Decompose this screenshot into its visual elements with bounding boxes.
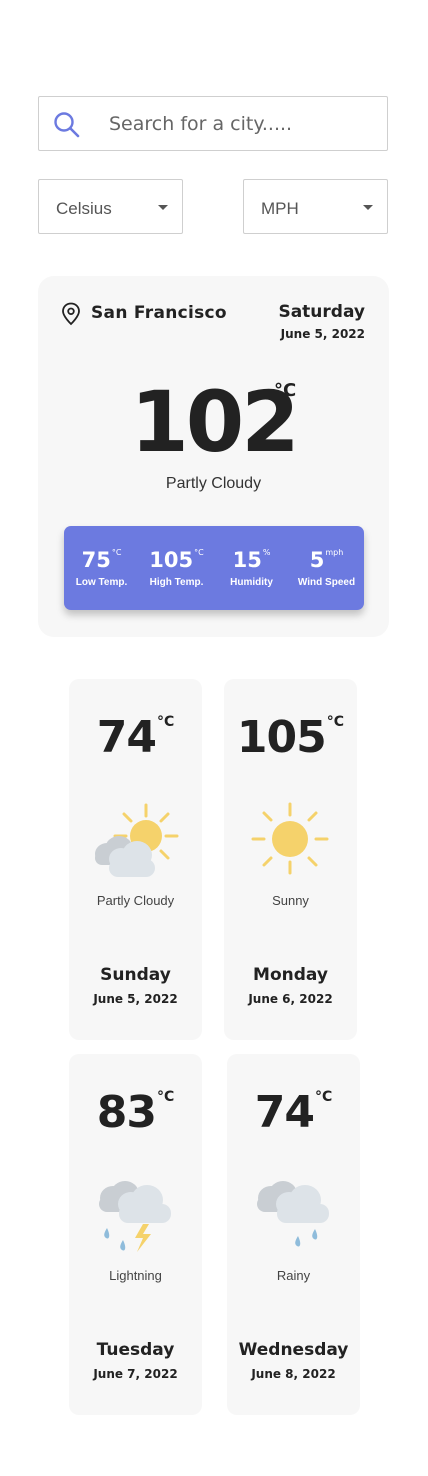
chevron-down-icon <box>363 205 373 210</box>
stat-value: 105 <box>149 548 194 572</box>
stat-unit: °C <box>194 548 204 557</box>
forecast-condition: Sunny <box>272 893 309 908</box>
stats-panel: 75°C Low Temp. 105°C High Temp. 15% Humi… <box>64 526 364 610</box>
forecast-date: June 8, 2022 <box>251 1367 336 1381</box>
forecast-temperature-unit: °C <box>156 714 175 730</box>
speed-unit-value: MPH <box>261 199 299 218</box>
stat-low-temp: 75°C Low Temp. <box>64 526 139 610</box>
forecast-day: Tuesday <box>96 1340 175 1360</box>
stat-humidity: 15% Humidity <box>214 526 289 610</box>
stat-high-temp: 105°C High Temp. <box>139 526 214 610</box>
current-temperature-unit: °C <box>274 380 297 401</box>
stat-wind-speed: 5mph Wind Speed <box>289 526 364 610</box>
forecast-temperature-unit: °C <box>156 1089 175 1105</box>
forecast-condition: Rainy <box>276 1268 311 1283</box>
search-box[interactable] <box>38 96 388 151</box>
temperature-unit-select[interactable]: Celsius <box>38 179 183 234</box>
forecast-condition: Lightning <box>109 1268 162 1283</box>
current-date: June 5, 2022 <box>280 327 365 341</box>
search-input[interactable] <box>109 109 379 139</box>
forecast-temperature-unit: °C <box>326 714 345 730</box>
forecast-date: June 7, 2022 <box>93 1367 178 1381</box>
sun-icon <box>251 802 329 875</box>
forecast-card-sunday[interactable]: 74°C Partly Cloudy Sunday June 5, 2022 <box>69 679 202 1040</box>
forecast-card-wednesday[interactable]: 74°C Rainy Wednesday June 8, 2022 <box>227 1054 360 1415</box>
forecast-day: Monday <box>253 965 328 985</box>
forecast-card-monday[interactable]: 105°C Sunny Monday June 6, 2022 <box>224 679 357 1040</box>
current-condition: Partly Cloudy <box>165 475 262 492</box>
stat-label: Humidity <box>230 577 273 588</box>
city-name: San Francisco <box>91 303 227 323</box>
stat-value: 75 <box>81 548 111 572</box>
search-icon <box>54 112 80 138</box>
current-day: Saturday <box>278 302 365 322</box>
forecast-day: Sunday <box>100 965 171 985</box>
current-temperature: 102 <box>130 373 299 471</box>
speed-unit-select[interactable]: MPH <box>243 179 388 234</box>
chevron-down-icon <box>158 205 168 210</box>
current-weather-card: San Francisco Saturday June 5, 2022 102 … <box>38 276 389 637</box>
stat-label: Wind Speed <box>297 577 356 588</box>
forecast-temperature: 83 <box>96 1087 157 1138</box>
stat-label: Low Temp. <box>75 577 128 588</box>
temperature-unit-value: Celsius <box>56 199 112 218</box>
partly-cloudy-icon <box>95 803 179 877</box>
stat-unit: % <box>262 548 271 557</box>
location-pin-icon <box>62 302 80 326</box>
forecast-date: June 6, 2022 <box>248 992 333 1006</box>
forecast-condition: Partly Cloudy <box>96 893 175 908</box>
forecast-temperature: 74 <box>254 1087 315 1138</box>
forecast-card-tuesday[interactable]: 83°C Lightning Tuesday June 7, 2022 <box>69 1054 202 1415</box>
stat-label: High Temp. <box>149 577 204 588</box>
forecast-temperature: 74 <box>96 712 157 763</box>
stat-unit: mph <box>325 548 344 557</box>
rain-icon <box>257 1181 329 1247</box>
stat-value: 15 <box>232 548 262 572</box>
stat-value: 5 <box>309 548 325 572</box>
forecast-date: June 5, 2022 <box>93 992 178 1006</box>
forecast-day: Wednesday <box>238 1340 349 1360</box>
lightning-icon <box>99 1181 171 1252</box>
forecast-temperature-unit: °C <box>314 1089 333 1105</box>
forecast-temperature: 105 <box>236 712 327 763</box>
stat-unit: °C <box>111 548 122 557</box>
